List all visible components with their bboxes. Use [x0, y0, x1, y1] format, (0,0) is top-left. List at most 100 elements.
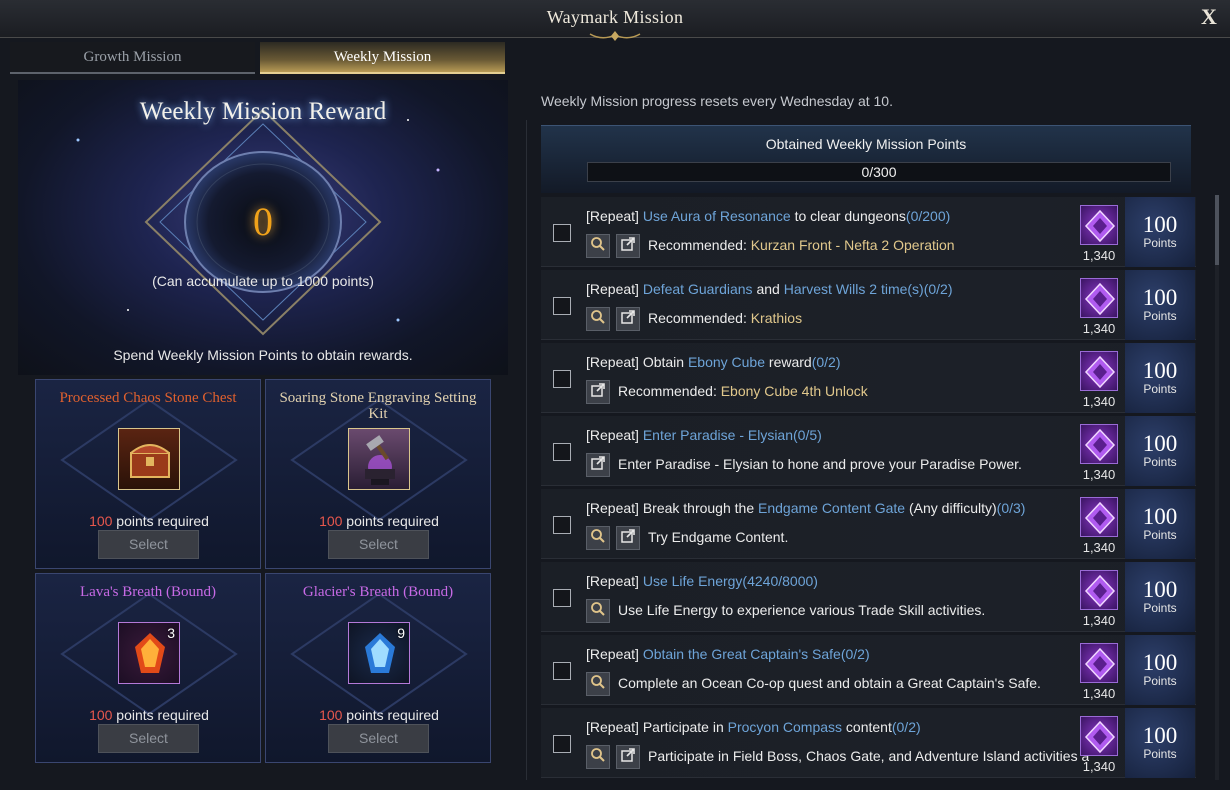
current-points: 0	[253, 199, 273, 244]
reward-quantity: 3	[167, 625, 175, 641]
mission-title: [Repeat] Use Aura of Resonance to clear …	[586, 208, 951, 224]
navigate-button[interactable]	[616, 307, 640, 331]
points-unit: Points	[1143, 601, 1177, 615]
search-button[interactable]	[586, 672, 610, 696]
mission-row: [Repeat] Defeat Guardians and Harvest Wi…	[541, 270, 1196, 340]
purple-gem-icon[interactable]	[1080, 351, 1118, 391]
purple-gem-icon[interactable]	[1080, 643, 1118, 683]
obtained-points-label: Obtained Weekly Mission Points	[765, 136, 967, 152]
mission-points: 100 Points	[1125, 416, 1195, 486]
mission-row: [Repeat] Break through the Endgame Conte…	[541, 489, 1196, 559]
mission-checkbox[interactable]	[553, 297, 571, 315]
reward-name: Soaring Stone Engraving Setting Kit	[279, 390, 477, 422]
reward-count: 1,340	[1082, 759, 1116, 774]
reward-count: 1,340	[1082, 540, 1116, 555]
mission-checkbox[interactable]	[553, 589, 571, 607]
points-unit: Points	[1143, 236, 1177, 250]
mission-checkbox[interactable]	[553, 662, 571, 680]
reward-card: Lava's Breath (Bound) 3 100 points requi…	[35, 573, 261, 763]
anvil-hammer-icon[interactable]	[348, 428, 410, 490]
mission-row: [Repeat] Use Aura of Resonance to clear …	[541, 197, 1196, 267]
points-progress-bar: 0/300	[587, 162, 1171, 182]
reward-title: Weekly Mission Reward	[139, 98, 387, 125]
mission-row: [Repeat] Obtain the Great Captain's Safe…	[541, 635, 1196, 705]
mission-title: [Repeat] Obtain the Great Captain's Safe…	[586, 646, 870, 662]
mission-checkbox[interactable]	[553, 370, 571, 388]
mission-row: [Repeat] Use Life Energy(4240/8000) Use L…	[541, 562, 1196, 632]
scrollbar-track[interactable]	[1215, 195, 1219, 780]
open-link-icon	[620, 528, 636, 549]
mission-points: 100 Points	[1125, 562, 1195, 632]
points-unit: Points	[1143, 382, 1177, 396]
mission-description: Use Life Energy to experience various Tr…	[618, 602, 986, 618]
select-button[interactable]: Select	[328, 530, 429, 559]
scrollbar-thumb[interactable]	[1215, 195, 1219, 265]
select-button[interactable]: Select	[98, 530, 199, 559]
navigate-button[interactable]	[616, 745, 640, 769]
purple-gem-icon[interactable]	[1080, 424, 1118, 464]
title-ornament-icon	[589, 31, 641, 41]
mission-points: 100 Points	[1125, 343, 1195, 413]
progress-text: 0/300	[861, 164, 897, 180]
search-button[interactable]	[586, 745, 610, 769]
reward-cost: 100 points required	[319, 707, 439, 723]
points-value: 100	[1142, 723, 1178, 748]
mission-description: Enter Paradise - Elysian to hone and pro…	[618, 456, 1022, 472]
mission-actions	[586, 453, 616, 477]
navigate-button[interactable]	[616, 526, 640, 550]
mission-title: [Repeat] Obtain Ebony Cube reward(0/2)	[586, 354, 841, 370]
mission-description: Recommended: Ebony Cube 4th Unlock	[618, 383, 868, 399]
reset-note: Weekly Mission progress resets every Wed…	[541, 93, 893, 109]
mission-checkbox[interactable]	[553, 443, 571, 461]
purple-gem-icon[interactable]	[1080, 205, 1118, 245]
mission-description: Recommended: Kurzan Front - Nefta 2 Oper…	[648, 237, 955, 253]
purple-gem-icon[interactable]	[1080, 716, 1118, 756]
mission-description: Complete an Ocean Co-op quest and obtain…	[618, 675, 1041, 691]
title-bar: Waymark Mission	[0, 0, 1230, 41]
glacier-crystal-icon[interactable]: 9	[348, 622, 410, 684]
mission-title: [Repeat] Break through the Endgame Conte…	[586, 500, 1026, 516]
points-value: 100	[1142, 577, 1178, 602]
mission-actions	[586, 672, 616, 696]
magnifier-icon	[590, 674, 606, 695]
tab-weekly-mission[interactable]: Weekly Mission	[260, 42, 505, 74]
search-button[interactable]	[586, 234, 610, 258]
mission-actions	[586, 234, 646, 258]
treasure-chest-icon[interactable]	[118, 428, 180, 490]
reward-name: Lava's Breath (Bound)	[80, 584, 216, 600]
navigate-button[interactable]	[586, 453, 610, 477]
mission-actions	[586, 526, 646, 550]
open-link-icon	[620, 747, 636, 768]
lava-crystal-icon[interactable]: 3	[118, 622, 180, 684]
points-value: 100	[1142, 358, 1178, 383]
purple-gem-icon[interactable]	[1080, 570, 1118, 610]
mission-points: 100 Points	[1125, 708, 1195, 778]
navigate-button[interactable]	[586, 380, 610, 404]
reward-card: Processed Chaos Stone Chest 100 points r…	[35, 379, 261, 569]
purple-gem-icon[interactable]	[1080, 278, 1118, 318]
close-button[interactable]: X	[1198, 5, 1220, 29]
mission-points: 100 Points	[1125, 635, 1195, 705]
mission-description: Recommended: Krathios	[648, 310, 803, 326]
open-link-icon	[620, 309, 636, 330]
mission-checkbox[interactable]	[553, 516, 571, 534]
mission-title: [Repeat] Use Life Energy(4240/8000)	[586, 573, 818, 589]
open-link-icon	[590, 455, 606, 476]
points-unit: Points	[1143, 455, 1177, 469]
mission-description: Try Endgame Content.	[648, 529, 789, 545]
select-button[interactable]: Select	[98, 724, 199, 753]
purple-gem-icon[interactable]	[1080, 497, 1118, 537]
reward-name: Processed Chaos Stone Chest	[59, 390, 237, 406]
search-button[interactable]	[586, 526, 610, 550]
mission-checkbox[interactable]	[553, 224, 571, 242]
mission-points: 100 Points	[1125, 270, 1195, 340]
select-button[interactable]: Select	[328, 724, 429, 753]
mission-checkbox[interactable]	[553, 735, 571, 753]
search-button[interactable]	[586, 307, 610, 331]
points-value: 100	[1142, 285, 1178, 310]
points-unit: Points	[1143, 528, 1177, 542]
navigate-button[interactable]	[616, 234, 640, 258]
tab-growth-mission[interactable]: Growth Mission	[10, 42, 255, 74]
mission-row: [Repeat] Enter Paradise - Elysian(0/5) En…	[541, 416, 1196, 486]
search-button[interactable]	[586, 599, 610, 623]
